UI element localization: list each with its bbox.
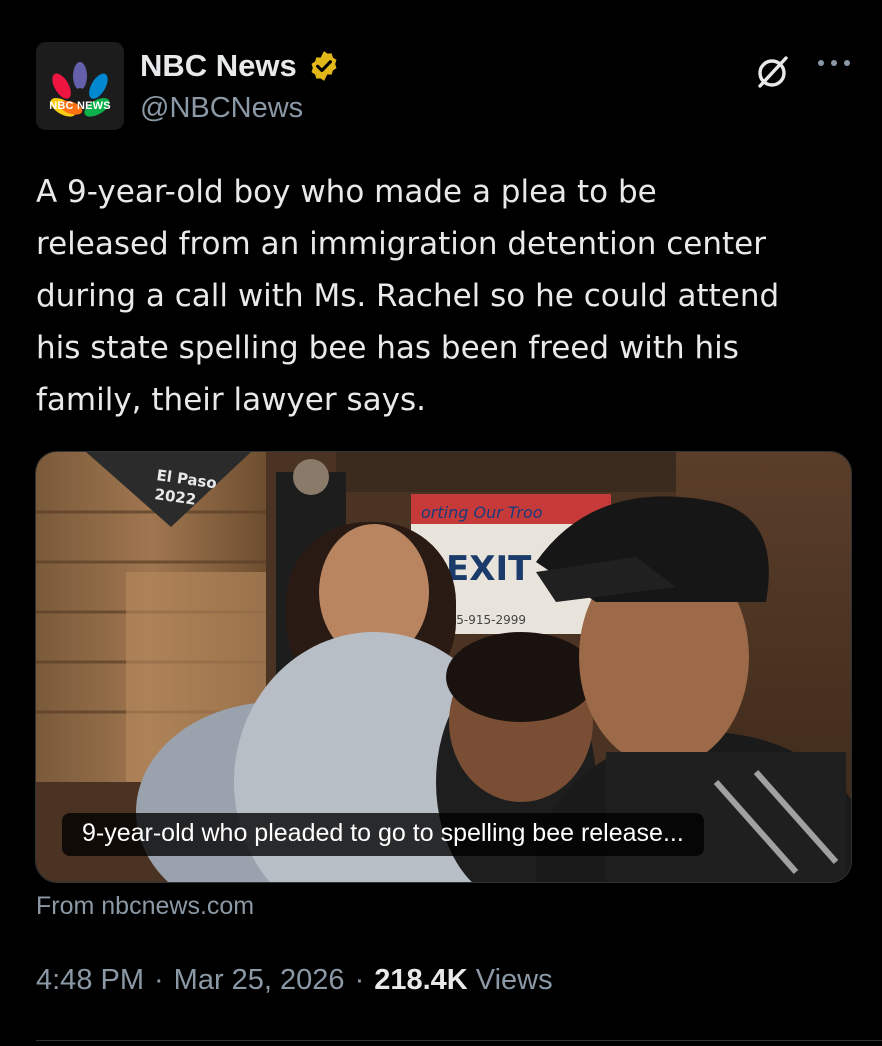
divider [36,1040,882,1041]
avatar[interactable]: NBC NEWS [36,42,124,130]
display-name[interactable]: NBC News [140,48,297,84]
tweet-meta: 4:48 PM · Mar 25, 2026 · 218.4K Views [36,964,553,997]
meta-separator: · [354,964,365,996]
svg-text:EXIT: EXIT [446,549,532,589]
more-options-icon[interactable] [816,56,852,70]
link-source[interactable]: From nbcnews.com [36,892,254,921]
user-handle[interactable]: @NBCNews [140,92,303,125]
nbc-peacock-logo [36,42,124,130]
name-row: NBC News [140,48,341,84]
meta-separator: · [154,964,164,996]
views-count: 218.4K [374,964,468,996]
grok-icon[interactable] [752,52,792,92]
tweet-text: A 9-year-old boy who made a plea to be r… [36,174,780,418]
tweet-date[interactable]: Mar 25, 2026 [174,964,345,997]
svg-text:orting Our Troo: orting Our Troo [421,503,543,522]
views-label: Views [475,964,553,996]
tweet-time[interactable]: 4:48 PM [36,964,144,997]
verified-badge-icon[interactable] [307,49,341,83]
tweet-header: NBC NEWS NBC News @NBCNews [36,42,852,132]
avatar-label: NBC NEWS [49,100,111,112]
link-card[interactable]: El Paso 2022 orting Our Troo EXIT 575-91… [35,451,852,883]
link-card-caption: 9-year-old who pleaded to go to spelling… [62,813,704,856]
